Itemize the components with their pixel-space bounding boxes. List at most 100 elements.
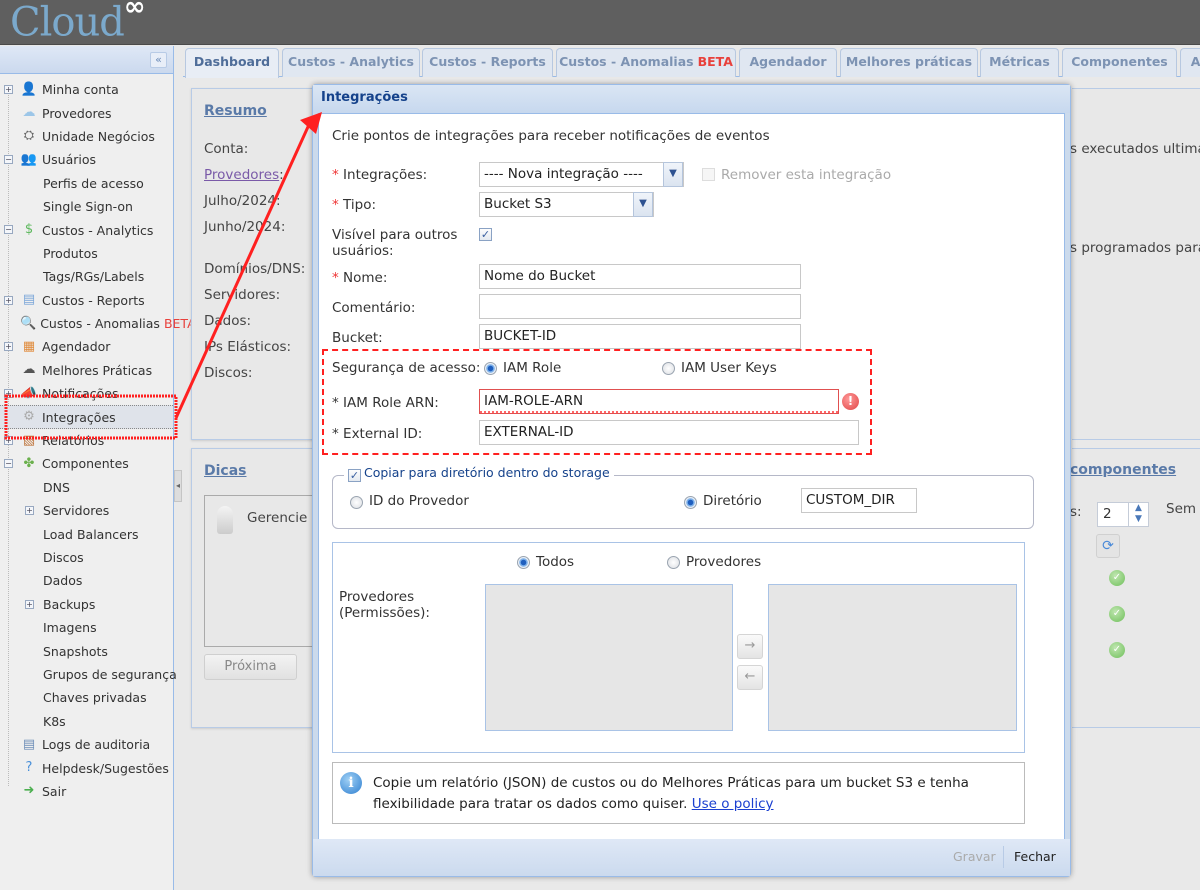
collapse-icon[interactable]: − — [4, 225, 13, 235]
diretorio-radio[interactable] — [684, 496, 697, 509]
sidebar-item-provedores[interactable]: ☁ Provedores — [0, 101, 173, 124]
info-icon: i — [340, 772, 362, 794]
chevron-down-icon[interactable]: ▼ — [663, 162, 683, 187]
expand-icon[interactable]: + — [25, 599, 34, 609]
bucket-input[interactable]: BUCKET-ID — [479, 324, 801, 349]
diretorio-label: Diretório — [703, 493, 762, 509]
tab-custos-analytics[interactable]: Custos - Analytics — [282, 48, 420, 77]
sidebar-item-dados[interactable]: Dados — [0, 569, 173, 592]
sidebar-item-snapshots[interactable]: Snapshots — [0, 639, 173, 662]
arrow-left-icon: ← — [744, 669, 756, 684]
sidebar-item-produtos[interactable]: Produtos — [0, 242, 173, 265]
sidebar-item-notificacoes[interactable]: + 📣 Notificações — [0, 382, 173, 405]
sidebar-item-relatorios[interactable]: + ▧ Relatórios — [0, 429, 173, 452]
sidebar-item-integracoes[interactable]: ⚙ Integrações — [0, 405, 173, 429]
sidebar-item-custos-reports[interactable]: + ▤ Custos - Reports — [0, 289, 173, 312]
fechar-button[interactable]: Fechar — [1014, 849, 1056, 864]
sidebar-item-k8s[interactable]: K8s — [0, 710, 173, 733]
refresh-button[interactable]: ⟳ — [1096, 534, 1120, 558]
sidebar-item-label: Logs de auditoria — [42, 737, 151, 753]
todos-radio[interactable] — [517, 556, 530, 569]
sidebar-item-chaves-privadas[interactable]: Chaves privadas — [0, 686, 173, 709]
dialog-title[interactable]: Integrações — [313, 85, 1070, 113]
tipo-label: * Tipo: — [332, 197, 377, 213]
resumo-title[interactable]: Resumo — [204, 103, 267, 119]
sidebar-item-usuarios[interactable]: − 👥 Usuários — [0, 148, 173, 171]
proxima-button[interactable]: Próxima — [204, 654, 297, 680]
available-providers-list[interactable] — [485, 584, 733, 731]
sidebar-item-servidores[interactable]: + Servidores — [0, 499, 173, 522]
spinner-arrows-icon[interactable]: ▲ ▼ — [1128, 503, 1148, 526]
collapse-sidebar-button[interactable]: « — [150, 52, 167, 68]
intro-text: Crie pontos de integrações para receber … — [332, 128, 770, 144]
sidebar-item-minha-conta[interactable]: + 👤 Minha conta — [0, 78, 173, 101]
chevron-down-icon[interactable]: ▼ — [633, 192, 653, 217]
calendar-icon: ▦ — [22, 338, 36, 354]
sidebar-item-backups[interactable]: + Backups — [0, 593, 173, 616]
dialog-body: Crie pontos de integrações para receber … — [318, 113, 1065, 840]
sidebar-item-load-balancers[interactable]: Load Balancers — [0, 522, 173, 545]
expand-icon[interactable]: + — [4, 389, 13, 399]
sidebar-item-imagens[interactable]: Imagens — [0, 616, 173, 639]
tab-metricas[interactable]: Métricas — [980, 48, 1059, 77]
provedores-link[interactable]: Provedores — [204, 167, 279, 183]
collapse-icon[interactable]: − — [4, 155, 13, 165]
tab-melhores-praticas[interactable]: Melhores práticas — [840, 48, 978, 77]
sidebar-item-custos-analytics[interactable]: − $ Custos - Analytics — [0, 218, 173, 241]
sidebar-item-grupos-de-seguranca[interactable]: Grupos de segurança — [0, 663, 177, 686]
sidebar-item-dns[interactable]: DNS — [0, 476, 173, 499]
expand-icon[interactable]: + — [4, 342, 13, 352]
count-spinner[interactable]: 2 ▲ ▼ — [1097, 502, 1149, 527]
sidebar-item-single-sign-on[interactable]: Single Sign-on — [0, 195, 173, 218]
dicas-title[interactable]: Dicas — [204, 463, 247, 479]
expand-icon[interactable]: + — [4, 85, 13, 94]
use-policy-link[interactable]: Use o policy — [692, 796, 774, 812]
sidebar-item-perfis-de-acesso[interactable]: Perfis de acesso — [0, 172, 173, 195]
expand-icon[interactable]: + — [25, 506, 34, 516]
tab-custos-reports[interactable]: Custos - Reports — [422, 48, 553, 77]
tab-dashboard[interactable]: Dashboard — [185, 48, 279, 78]
tipo-select[interactable]: Bucket S3 ▼ — [479, 192, 654, 217]
collapse-icon[interactable]: − — [4, 459, 13, 469]
componentes-label: s: — [1070, 504, 1082, 520]
tab-agendador[interactable]: Agendador — [739, 48, 837, 77]
comentario-input[interactable] — [479, 294, 801, 319]
gravar-button[interactable]: Gravar — [953, 849, 996, 864]
sidebar-item-logs-de-auditoria[interactable]: ▤ Logs de auditoria — [0, 733, 173, 756]
sidebar-item-sair[interactable]: ➜ Sair — [0, 780, 173, 803]
sidebar-item-helpdesk-sugestoes[interactable]: ? Helpdesk/Sugestões — [0, 756, 173, 779]
move-right-button[interactable]: → — [737, 634, 763, 659]
expand-icon[interactable]: + — [4, 295, 13, 305]
remover-checkbox[interactable] — [702, 168, 715, 181]
tab-componentes[interactable]: Componentes — [1062, 48, 1177, 77]
sidebar-item-melhores-praticas[interactable]: ☁ Melhores Práticas — [0, 359, 173, 382]
tab-au[interactable]: Au — [1180, 48, 1200, 77]
integracoes-select[interactable]: ---- Nova integração ---- ▼ — [479, 162, 684, 187]
sidebar-item-label: Custos - Anomalias — [40, 316, 160, 332]
componentes-title[interactable]: componentes — [1070, 462, 1176, 478]
expand-icon[interactable]: + — [4, 435, 13, 445]
visivel-checkbox[interactable]: ✓ — [479, 228, 492, 241]
tab-label: Custos - Analytics — [288, 54, 414, 69]
dicas-panel: Dicas Gerencie m Próxima — [191, 448, 334, 728]
sidebar-item-componentes[interactable]: − ✤ Componentes — [0, 452, 173, 475]
id-provedor-radio[interactable] — [350, 496, 363, 509]
diretorio-input[interactable]: CUSTOM_DIR — [801, 488, 917, 513]
tab-label: Componentes — [1071, 54, 1168, 69]
sidebar-item-unidade-negocios[interactable]: ⛭ Unidade Negócios — [0, 125, 173, 148]
app-logo[interactable]: Cloud∞ — [10, 0, 146, 45]
sidebar-item-label: Produtos — [43, 245, 98, 261]
sidebar-item-label: Discos — [43, 550, 84, 565]
splitter-handle[interactable]: ◂ — [174, 470, 182, 502]
copy-checkbox[interactable]: ✓ — [348, 469, 361, 482]
sidebar-item-custos-anomalias[interactable]: 🔍 Custos - Anomalias BETA — [0, 312, 196, 335]
provedores-radio[interactable] — [667, 556, 680, 569]
move-left-button[interactable]: ← — [737, 665, 763, 690]
tab-custos-anomalias[interactable]: Custos - Anomalias BETA — [556, 48, 736, 77]
sidebar-item-discos[interactable]: Discos — [0, 546, 173, 569]
selected-providers-list[interactable] — [768, 584, 1017, 731]
sidebar-item-agendador[interactable]: + ▦ Agendador — [0, 335, 173, 358]
nome-input[interactable]: Nome do Bucket — [479, 264, 801, 289]
sidebar-item-tags-rgs-labels[interactable]: Tags/RGs/Labels — [0, 265, 173, 288]
infinity-icon: ∞ — [123, 0, 146, 22]
